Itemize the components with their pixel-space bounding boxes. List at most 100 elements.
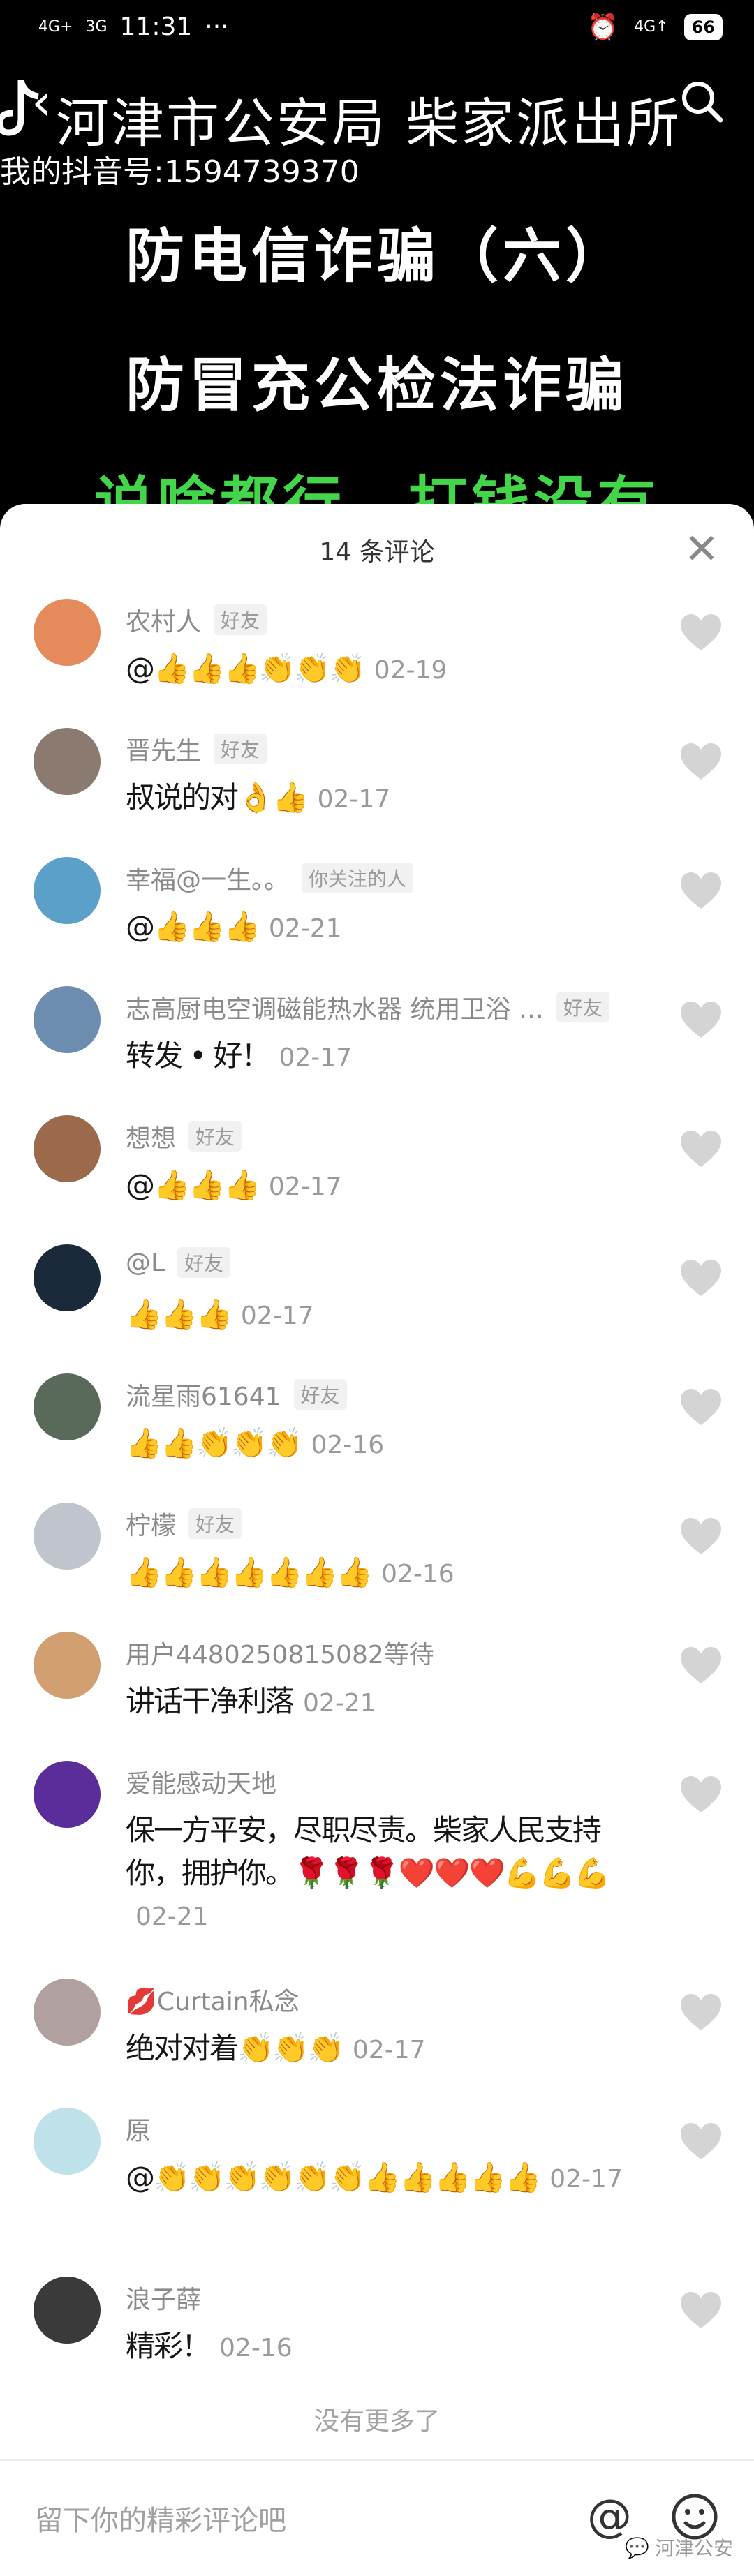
relation-tag: 好友 [214, 734, 267, 764]
heart-like-icon[interactable] [679, 1993, 723, 2032]
signal-3g-label: 3G [85, 17, 108, 36]
search-icon[interactable] [677, 77, 726, 126]
avatar[interactable] [34, 1979, 101, 2046]
video-handle: 我的抖音号:1594739370 [0, 154, 360, 190]
comment-text: 👍👍👍👍👍👍👍 [126, 1555, 373, 1589]
heart-like-icon[interactable] [679, 613, 723, 652]
comment-text: 讲话干净利落 [126, 1684, 295, 1718]
comment-date: 02-21 [268, 914, 342, 943]
comment-header: 幸福@一生。。 你关注的人 [126, 860, 414, 896]
avatar[interactable] [34, 1503, 101, 1570]
relation-tag: 好友 [556, 992, 609, 1022]
sheet-header: 14 条评论 ✕ [0, 504, 754, 595]
comment-header: @L 好友 [126, 1247, 231, 1278]
avatar[interactable] [34, 1761, 101, 1828]
heart-like-icon[interactable] [679, 2122, 723, 2161]
comment-count: 14 条评论 [319, 538, 435, 567]
comment-text: @👍👍👍 [126, 1168, 260, 1202]
wechat-icon: 💬 [625, 2536, 649, 2559]
video-caption-line1: 防电信诈骗（六） [125, 222, 628, 290]
comment-username[interactable]: 原 [126, 2110, 151, 2147]
avatar[interactable] [34, 2277, 101, 2344]
heart-like-icon[interactable] [679, 2291, 723, 2330]
comment-body: 转发 • 好！ 02-17 [126, 1035, 635, 1079]
comment-body: 叔说的对👌👍 02-17 [126, 777, 635, 821]
relation-tag: 好友 [188, 1508, 242, 1539]
close-icon[interactable]: ✕ [681, 528, 723, 570]
video-background[interactable]: 4G+ 3G 11:31 ··· ⏰ 4G↑ 66 ‹ 河津市公安局 柴家派出所… [0, 0, 754, 544]
comment-text: @👏👏👏👏👏👏👍👍👍👍👍 [126, 2160, 541, 2194]
heart-like-icon[interactable] [679, 871, 723, 910]
comment-username[interactable]: 幸福@一生。。 [126, 860, 289, 896]
comment-header: 浪子薛 [126, 2279, 201, 2316]
relation-tag: 好友 [293, 1379, 347, 1410]
heart-like-icon[interactable] [679, 1646, 723, 1685]
comment-username[interactable]: 柠檬 [126, 1505, 176, 1542]
comment-header: 农村人 好友 [126, 602, 267, 638]
avatar[interactable] [34, 728, 101, 795]
network-label: 4G↑ [634, 18, 669, 36]
comment-username[interactable]: @L [126, 1249, 165, 1277]
battery-indicator: 66 [683, 14, 723, 40]
comment-date: 02-16 [311, 1431, 385, 1459]
comment-header: 晋先生 好友 [126, 731, 267, 767]
comment-text: @👍👍👍 [126, 909, 260, 944]
heart-like-icon[interactable] [679, 1775, 723, 1814]
comment-username[interactable]: 💋Curtain私念 [126, 1981, 300, 2018]
alarm-icon: ⏰ [587, 13, 619, 42]
avatar[interactable] [34, 1115, 101, 1182]
video-title: 河津市公安局 柴家派出所 [56, 92, 682, 154]
comment-text: 👍👍👏👏👏 [126, 1426, 302, 1460]
comment-text: 精彩！ [126, 2329, 211, 2363]
comment-text: 保一方平安，尽职尽责。柴家人民支持你，拥护你。🌹🌹🌹❤️❤️❤️💪💪💪 [126, 1813, 611, 1890]
avatar[interactable] [34, 599, 101, 666]
comment-username[interactable]: 晋先生 [126, 731, 201, 767]
comment-text: 叔说的对👌👍 [126, 780, 309, 814]
comment-header: 爱能感动天地 [126, 1764, 276, 1800]
comment-header: 志高厨电空调磁能热水器 统用卫浴 … 好友 [126, 989, 609, 1025]
signal-4g-label: 4G+ [38, 17, 73, 36]
more-icon: ··· [205, 13, 229, 41]
comment-date: 02-17 [279, 1043, 353, 1072]
heart-like-icon[interactable] [679, 1258, 723, 1297]
comment-header: 原 [126, 2110, 151, 2147]
comment-username[interactable]: 浪子薛 [126, 2279, 201, 2316]
heart-like-icon[interactable] [679, 1129, 723, 1168]
avatar[interactable] [34, 1244, 101, 1311]
comment-header: 💋Curtain私念 [126, 1981, 300, 2018]
comment-body: 精彩！ 02-16 [126, 2325, 635, 2369]
heart-like-icon[interactable] [679, 1387, 723, 1427]
back-chevron-icon[interactable]: ‹ [31, 77, 52, 127]
comment-date: 02-21 [135, 1903, 209, 1931]
comment-header: 想想 好友 [126, 1118, 242, 1154]
comment-username[interactable]: 用户4480250815082等待 [126, 1635, 434, 1671]
comment-date: 02-17 [549, 2165, 623, 2194]
relation-tag: 好友 [188, 1121, 242, 1152]
heart-like-icon[interactable] [679, 1000, 723, 1039]
comment-date: 02-17 [352, 2036, 426, 2064]
avatar[interactable] [34, 857, 101, 924]
comment-username[interactable]: 流星雨61641 [126, 1376, 281, 1413]
avatar[interactable] [34, 986, 101, 1053]
avatar[interactable] [34, 2108, 101, 2175]
comment-username[interactable]: 爱能感动天地 [126, 1764, 276, 1800]
comment-input[interactable] [34, 2496, 525, 2546]
heart-like-icon[interactable] [679, 1517, 723, 1556]
avatar[interactable] [34, 1373, 101, 1440]
comment-date: 02-16 [219, 2334, 293, 2362]
comment-username[interactable]: 农村人 [126, 602, 201, 638]
comment-date: 02-17 [240, 1302, 314, 1330]
heart-like-icon[interactable] [679, 742, 723, 781]
comment-text: 绝对对着👏👏👏 [126, 2031, 344, 2065]
comment-body: 保一方平安，尽职尽责。柴家人民支持你，拥护你。🌹🌹🌹❤️❤️❤️💪💪💪 02-21 [126, 1810, 635, 1938]
video-caption-line2: 防冒充公检法诈骗 [125, 351, 628, 419]
comment-date: 02-19 [374, 656, 448, 685]
comment-date: 02-16 [381, 1560, 454, 1588]
comment-body: 👍👍👍👍👍👍👍 02-16 [126, 1551, 635, 1595]
comment-username[interactable]: 志高厨电空调磁能热水器 统用卫浴 … [126, 989, 544, 1025]
comment-username[interactable]: 想想 [126, 1118, 176, 1154]
comment-date: 02-17 [317, 785, 391, 814]
avatar[interactable] [34, 1632, 101, 1699]
no-more-label: 没有更多了 [313, 2407, 440, 2436]
comment-text: 👍👍👍 [126, 1297, 232, 1331]
